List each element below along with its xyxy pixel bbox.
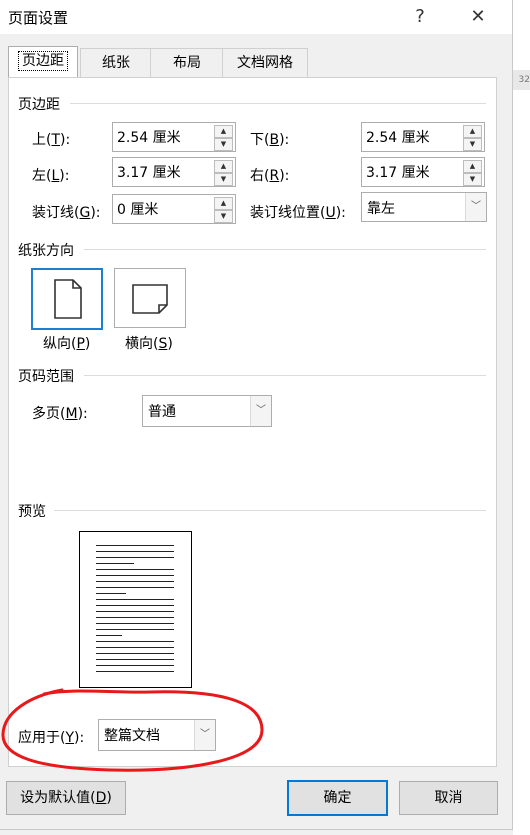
red-annotation-circle [1,688,264,772]
